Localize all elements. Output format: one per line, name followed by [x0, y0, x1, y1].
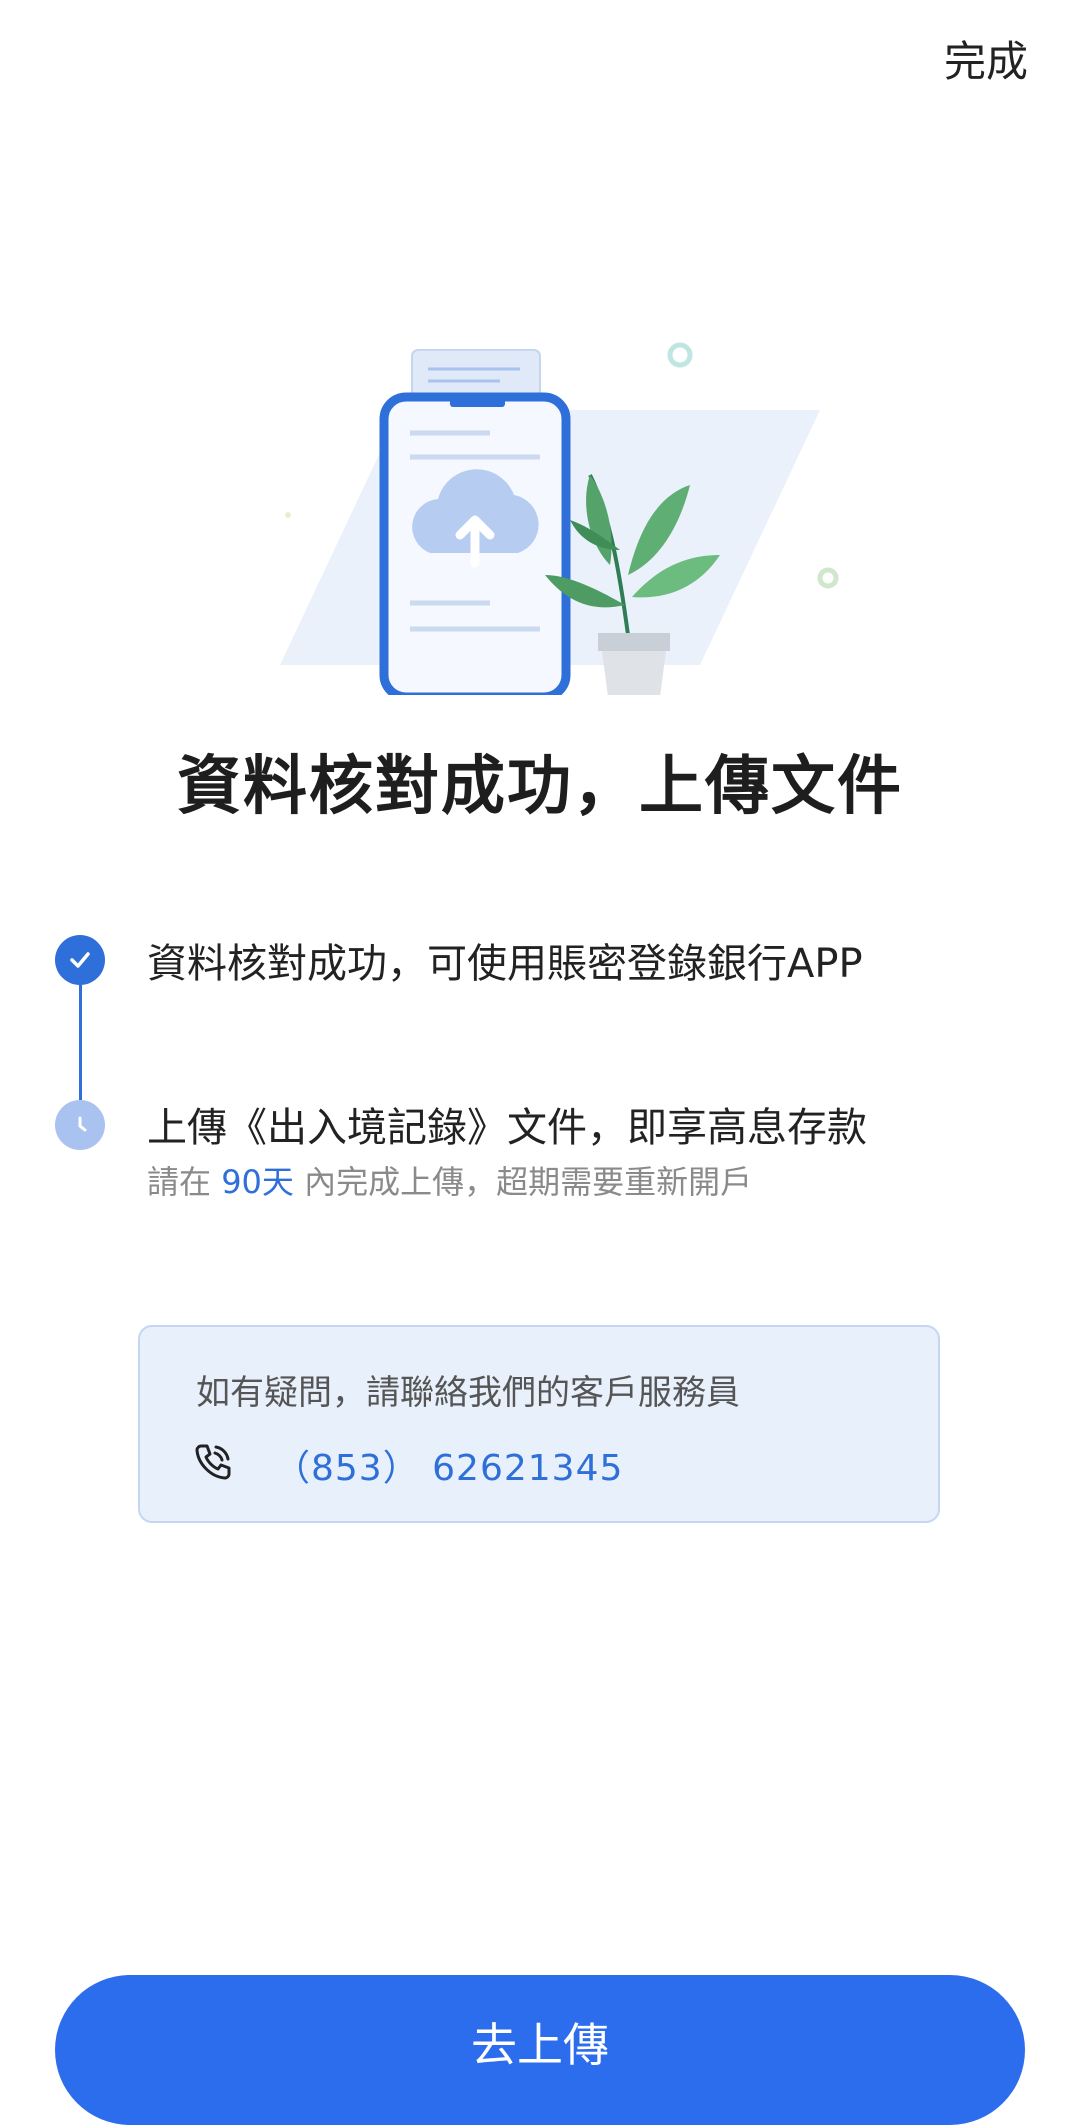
step-1-label: 資料核對成功，可使用賬密登錄銀行APP	[147, 941, 863, 987]
step-2-label: 上傳《出入境記錄》文件，即享高息存款	[147, 1105, 867, 1151]
page-title: 資料核對成功，上傳文件	[177, 750, 903, 824]
done-button[interactable]: 完成	[944, 28, 1028, 89]
upload-illustration	[280, 342, 839, 695]
contact-question: 如有疑問，請聯絡我們的客戶服務員	[196, 1373, 740, 1413]
clock-icon	[55, 1100, 105, 1150]
check-icon	[55, 935, 105, 985]
go-upload-button[interactable]: 去上傳	[55, 1975, 1025, 2125]
step-2-note: 請在 90天 內完成上傳，超期需要重新開戶	[147, 1163, 753, 1201]
contact-card: 如有疑問，請聯絡我們的客戶服務員 （853） 62621345	[138, 1325, 940, 1523]
step-connector	[79, 985, 82, 1100]
customer-service-phone[interactable]: （853） 62621345	[274, 1439, 623, 1491]
phone-icon	[195, 1444, 231, 1480]
deadline-days: 90天	[221, 1163, 294, 1201]
